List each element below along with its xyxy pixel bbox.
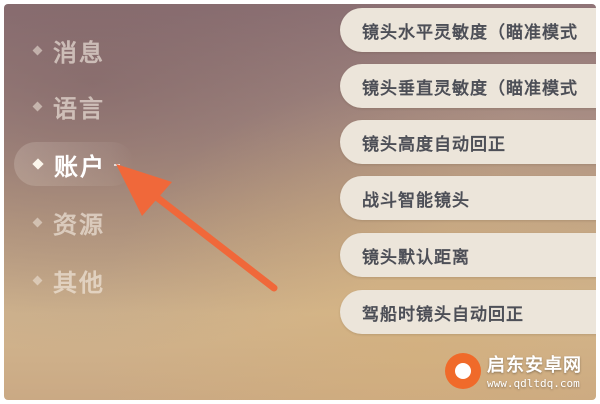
watermark-title: 启东安卓网 [487, 355, 582, 376]
game-settings-screen: 消息 语言 账户 资源 其他 镜头水平灵敏度（瞄准模式 镜头垂直灵敏度（瞄准模式… [4, 4, 596, 400]
watermark-url: www.qdltdq.com [487, 377, 580, 390]
annotation-arrow-icon [116, 164, 278, 292]
watermark-logo-icon [445, 352, 481, 389]
watermark: 启东安卓网 www.qdltdq.com [445, 351, 582, 390]
